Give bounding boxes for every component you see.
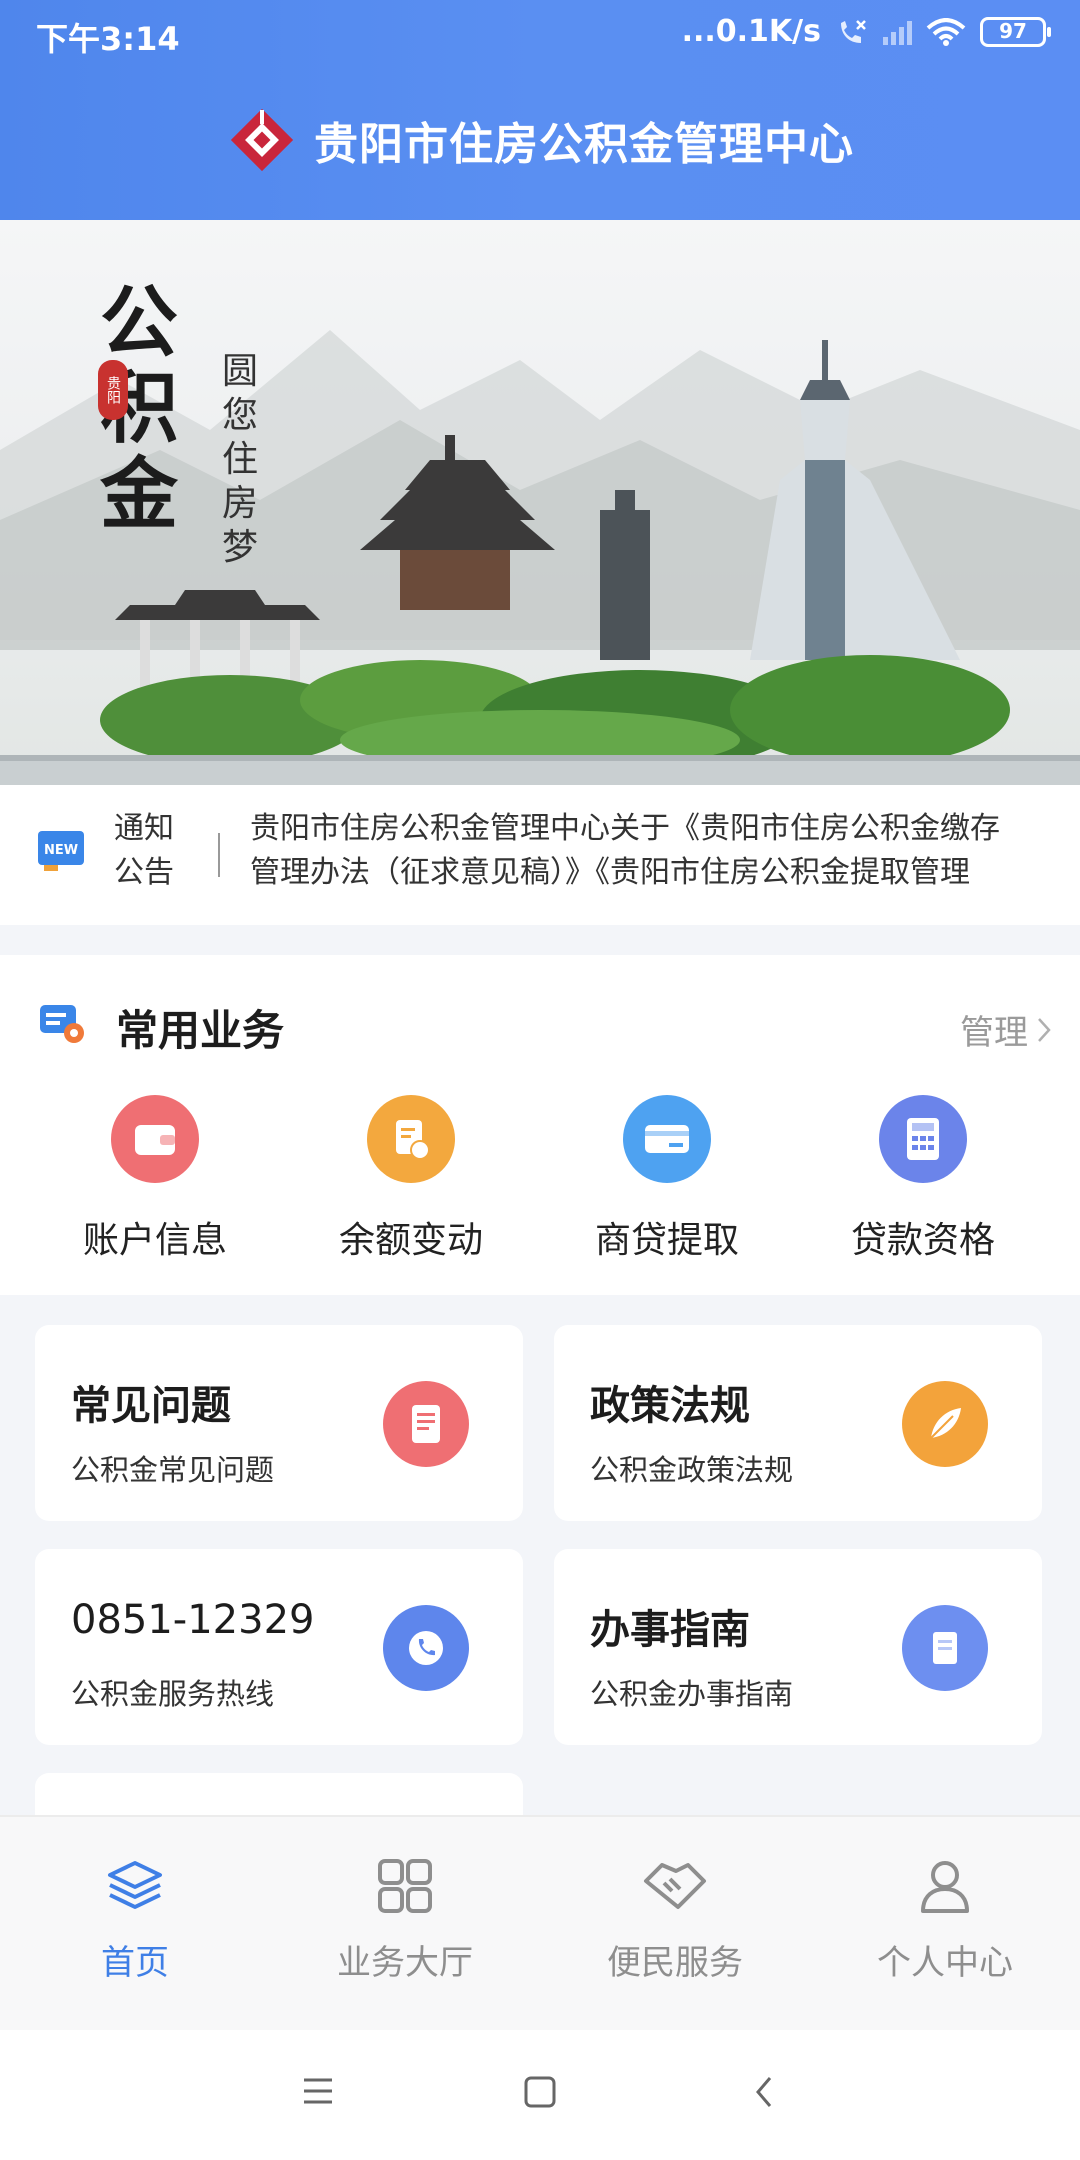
- chevron-right-icon: [1038, 1017, 1051, 1042]
- phone-icon: [383, 1605, 469, 1691]
- housing-fund-logo-icon: [230, 108, 294, 172]
- card-icon: [623, 1095, 711, 1183]
- card-title: 政策法规: [590, 1383, 750, 1429]
- common-services-section: 常用业务 管理 账户信息 余额变动 商贷提取 贷款资格: [0, 955, 1080, 1295]
- services-section-icon: [40, 1005, 84, 1043]
- notice-text[interactable]: 贵阳市住房公积金管理中心关于《贵阳市住房公积金缴存 管理办法（征求意见稿）》《贵…: [250, 807, 1060, 895]
- notice-bar[interactable]: NEW 通知公告 贵阳市住房公积金管理中心关于《贵阳市住房公积金缴存 管理办法（…: [0, 785, 1080, 925]
- nav-label: 便民服务: [607, 1943, 743, 1983]
- common-services-title: 常用业务: [116, 1006, 285, 1055]
- hd-call-icon: [841, 19, 866, 43]
- handshake-icon: [644, 1863, 706, 1909]
- notice-text-line2: 管理办法（征求意见稿）》《贵阳市住房公积金提取管理: [250, 855, 970, 890]
- card-guide[interactable]: 办事指南 公积金办事指南: [554, 1549, 1042, 1745]
- document-coin-icon: [367, 1095, 455, 1183]
- grid-icon: [378, 1859, 432, 1913]
- service-label: 账户信息: [82, 1220, 227, 1261]
- status-right: ...0.1K/s 97: [681, 14, 1051, 49]
- card-faq[interactable]: 常见问题 公积金常见问题: [35, 1325, 523, 1521]
- app-title: 贵阳市住房公积金管理中心: [314, 119, 854, 170]
- wifi-icon: [926, 17, 966, 46]
- card-subtitle: 公积金常见问题: [71, 1453, 275, 1487]
- new-badge-icon: NEW: [38, 831, 84, 871]
- nav-personal-center[interactable]: 个人中心: [810, 1857, 1080, 1984]
- calculator-icon: [879, 1095, 967, 1183]
- manage-link[interactable]: 管理: [960, 1005, 1052, 1054]
- bottom-navigation: 首页 业务大厅 便民服务 个人中心: [0, 1815, 1080, 2030]
- nav-home[interactable]: 首页: [0, 1857, 270, 1984]
- network-speed: ...0.1K/s: [681, 14, 821, 49]
- notice-divider: [218, 833, 220, 877]
- banner-slogan-small: 圆您住房梦: [222, 351, 259, 568]
- status-time: 下午3:14: [36, 20, 180, 58]
- menu-icon[interactable]: [300, 2074, 336, 2108]
- nav-label: 业务大厅: [337, 1943, 473, 1983]
- signal-icon: [883, 19, 912, 45]
- card-hotline[interactable]: 0851-12329 公积金服务热线: [35, 1549, 523, 1745]
- card-policy[interactable]: 政策法规 公积金政策法规: [554, 1325, 1042, 1521]
- nav-convenience[interactable]: 便民服务: [540, 1857, 810, 1984]
- card-title: 0851-12329: [71, 1597, 315, 1643]
- service-label: 贷款资格: [850, 1220, 995, 1261]
- service-label: 余额变动: [338, 1220, 483, 1261]
- app-header: 下午3:14 ...0.1K/s 97 贵阳市住房公积金管理中心: [0, 0, 1080, 220]
- document-icon: [383, 1381, 469, 1467]
- card-subtitle: 公积金政策法规: [590, 1453, 794, 1487]
- svg-text:NEW: NEW: [44, 843, 78, 858]
- nav-label: 个人中心: [877, 1943, 1013, 1983]
- battery-icon: 97: [980, 16, 1051, 47]
- service-label: 商贷提取: [594, 1220, 739, 1261]
- nav-label: 首页: [101, 1943, 169, 1983]
- wallet-icon: [111, 1095, 199, 1183]
- banner-seal: 贵阳: [98, 360, 128, 420]
- status-bar: 下午3:14 ...0.1K/s 97: [0, 0, 1080, 70]
- card-subtitle: 公积金服务热线: [71, 1677, 275, 1711]
- service-balance-change[interactable]: 余额变动: [283, 1095, 539, 1263]
- person-icon: [921, 1861, 969, 1913]
- card-title: 常见问题: [71, 1383, 231, 1429]
- manage-label: 管理: [960, 1013, 1028, 1053]
- notice-text-line1: 贵阳市住房公积金管理中心关于《贵阳市住房公积金缴存: [250, 811, 1000, 846]
- guide-icon: [902, 1605, 988, 1691]
- service-loan-eligibility[interactable]: 贷款资格: [795, 1095, 1051, 1263]
- card-title: 办事指南: [590, 1607, 750, 1653]
- service-commercial-loan-withdraw[interactable]: 商贷提取: [539, 1095, 795, 1263]
- layers-icon: [108, 1861, 162, 1909]
- header-title-row: 贵阳市住房公积金管理中心: [0, 100, 1080, 180]
- nav-business-hall[interactable]: 业务大厅: [270, 1857, 540, 1984]
- home-square-icon[interactable]: [522, 2074, 558, 2110]
- notice-label: 通知公告: [114, 811, 174, 890]
- service-account-info[interactable]: 账户信息: [27, 1095, 283, 1263]
- promo-banner[interactable]: 公积金 贵阳 圆您住房梦: [0, 220, 1080, 785]
- back-icon[interactable]: [752, 2074, 776, 2110]
- system-navigation-bar: [0, 2030, 1080, 2160]
- feather-icon: [902, 1381, 988, 1467]
- card-subtitle: 公积金办事指南: [590, 1677, 794, 1711]
